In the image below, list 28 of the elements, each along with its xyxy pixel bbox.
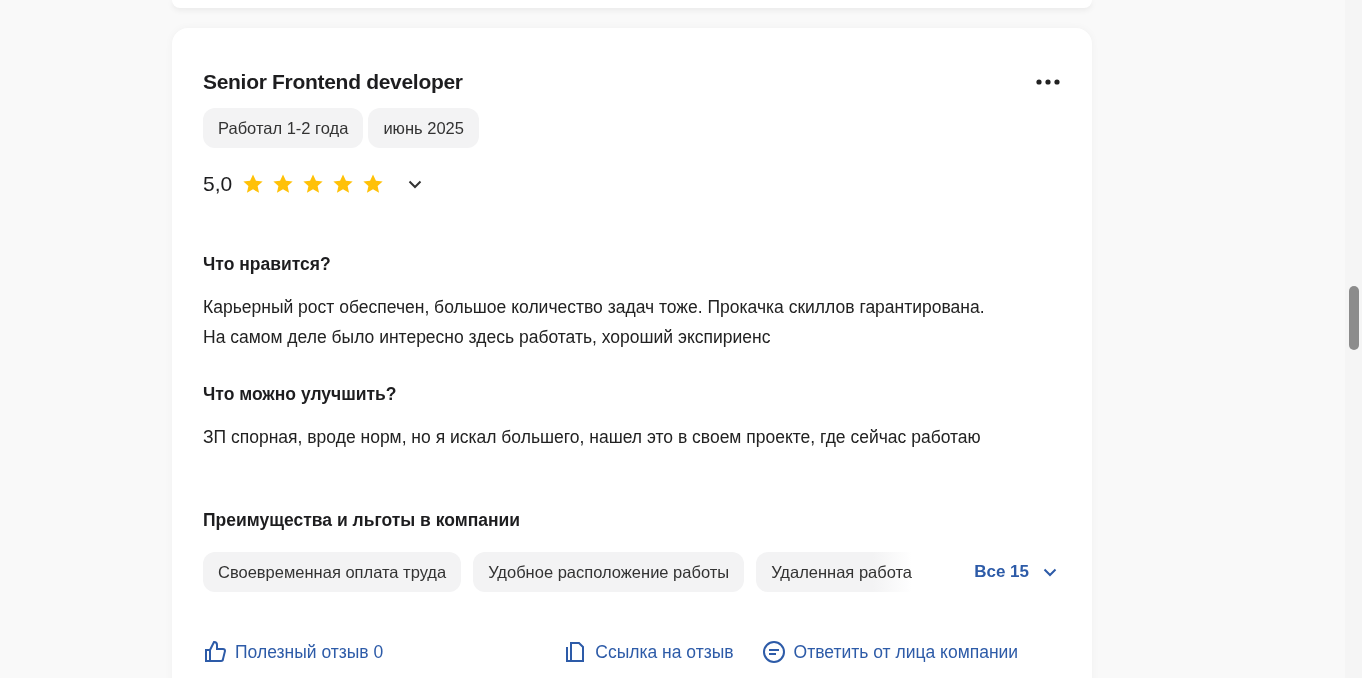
star-icon xyxy=(302,173,325,195)
star-icon xyxy=(242,173,265,195)
review-text: ЗП спорная, вроде норм, но я искал большего, нашел это в своем проекте, где сейчас работаю xyxy=(203,426,982,449)
chat-icon xyxy=(761,640,786,664)
star-icon xyxy=(362,173,385,195)
star-icon xyxy=(272,173,295,195)
benefit-tag: Удобное расположение работы xyxy=(473,552,745,592)
section-heading: Что можно улучшить? xyxy=(203,383,398,406)
thumbs-up-icon xyxy=(203,640,227,664)
like-link[interactable]: Полезный отзыв 0 xyxy=(203,640,384,664)
star-icon xyxy=(332,173,355,195)
tag: Работал 1-2 года xyxy=(203,108,364,148)
rating-value: 5,0 xyxy=(203,172,233,196)
review-title: Senior Frontend developer xyxy=(203,70,463,94)
show-all-button[interactable]: Все 15 xyxy=(974,562,1057,582)
chevron-down-icon xyxy=(1043,567,1057,577)
link-link[interactable]: Ссылка на отзыв xyxy=(563,640,734,664)
section-heading: Преимущества и льготы в компании xyxy=(203,509,522,532)
benefit-tag: Удаленная работа xyxy=(756,552,913,592)
scrollbar[interactable] xyxy=(1345,0,1362,678)
more-icon[interactable] xyxy=(1035,78,1061,86)
review-text: Карьерный рост обеспечен, большое количество задач тоже. Прокачка скиллов гарантирована. На самом деле было интересно здесь работать, хороший экспириенс xyxy=(203,296,986,349)
benefit-tag: Своевременная оплата труда xyxy=(203,552,462,592)
chevron-down-icon[interactable] xyxy=(408,179,423,189)
tag: июнь 2025 xyxy=(368,108,479,148)
reply-link[interactable]: Ответить от лица компании xyxy=(761,640,1019,664)
scrollbar-thumb[interactable] xyxy=(1349,286,1359,350)
section-heading: Что нравится? xyxy=(203,253,332,276)
